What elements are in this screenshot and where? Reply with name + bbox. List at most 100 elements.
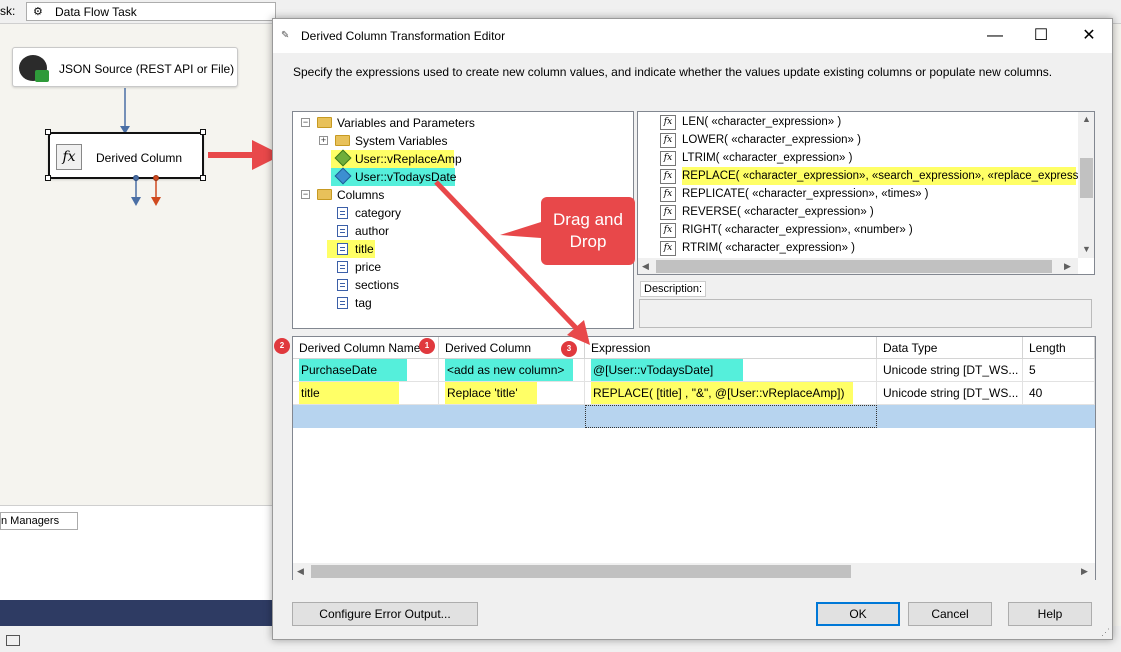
tree-label: Variables and Parameters <box>337 116 475 130</box>
derived-columns-grid: Derived Column Name Derived Column Expre… <box>292 336 1096 580</box>
minimize-button[interactable]: — <box>972 19 1018 53</box>
function-label: LOWER( «character_expression» ) <box>682 134 861 146</box>
derived-column-editor-dialog: ✎ Derived Column Transformation Editor —… <box>272 18 1113 640</box>
scroll-up-icon[interactable]: ▲ <box>1082 114 1091 124</box>
table-cell[interactable]: Unicode string [DT_WS... <box>877 359 1023 382</box>
scroll-left-icon[interactable]: ◀ <box>642 261 649 272</box>
tree-node-variables[interactable]: − Variables and Parameters <box>301 114 601 132</box>
tree-node-column[interactable]: price <box>337 258 457 276</box>
cell-text: Replace 'title' <box>445 382 537 404</box>
fx-icon: fx <box>660 205 676 220</box>
scroll-right-icon[interactable]: ▶ <box>1064 261 1071 272</box>
variable-icon <box>334 149 352 167</box>
tree-node-column[interactable]: title <box>327 240 375 258</box>
scroll-down-icon[interactable]: ▼ <box>1082 244 1091 254</box>
derived-column-label: Derived Column <box>96 151 183 165</box>
function-item[interactable]: fx RIGHT( «character_expression», «number… <box>660 221 913 239</box>
step-badge: 2 <box>274 338 290 354</box>
scroll-thumb[interactable] <box>656 260 1052 273</box>
tree-node-columns[interactable]: − Columns <box>301 186 501 204</box>
variable-icon <box>334 167 352 185</box>
tree-label: title <box>355 242 374 256</box>
drag-drop-callout: Drag and Drop <box>541 197 635 265</box>
fx-icon: fx <box>660 151 676 166</box>
help-button[interactable]: Help <box>1008 602 1092 626</box>
error-output-handle[interactable] <box>153 175 159 181</box>
table-cell[interactable]: PurchaseDate <box>293 359 439 382</box>
output-handle[interactable] <box>133 175 139 181</box>
function-item[interactable]: fx LTRIM( «character_expression» ) <box>660 149 852 167</box>
folder-icon <box>317 117 332 128</box>
configure-error-output-button[interactable]: Configure Error Output... <box>292 602 478 626</box>
grid-horizontal-scrollbar[interactable]: ◀ ▶ <box>293 563 1095 580</box>
expression-cell-focus[interactable] <box>585 405 877 428</box>
table-cell[interactable]: 40 <box>1023 382 1095 405</box>
maximize-button[interactable]: ☐ <box>1018 19 1064 53</box>
tree-label: User::vReplaceAmp <box>355 152 462 166</box>
cell-text: REPLACE( [title] , "&", @[User::vReplace… <box>591 382 853 404</box>
ok-button[interactable]: OK <box>816 602 900 626</box>
expand-icon[interactable]: + <box>319 136 328 145</box>
scroll-thumb[interactable] <box>1080 158 1093 198</box>
scroll-left-icon[interactable]: ◀ <box>297 566 304 577</box>
functions-horizontal-scrollbar[interactable]: ◀ ▶ <box>638 258 1078 274</box>
connection-managers-tab[interactable]: n Managers <box>0 512 78 530</box>
fx-icon: fx <box>56 144 82 170</box>
dialog-titlebar[interactable]: ✎ Derived Column Transformation Editor —… <box>273 19 1112 53</box>
folder-icon <box>335 135 350 146</box>
resize-handle[interactable] <box>45 129 51 135</box>
function-item[interactable]: fx REVERSE( «character_expression» ) <box>660 203 874 221</box>
tree-node-column[interactable]: tag <box>337 294 457 312</box>
fx-icon: fx <box>660 115 676 130</box>
cell-text: @[User::vTodaysDate] <box>591 359 743 381</box>
table-cell[interactable]: 5 <box>1023 359 1095 382</box>
collapse-icon[interactable]: − <box>301 190 310 199</box>
tree-node-system-variables[interactable]: + System Variables <box>319 132 519 150</box>
function-label: REPLACE( «character_expression», «search… <box>682 170 1095 182</box>
tree-node-var-todaysdate[interactable]: User::vTodaysDate <box>331 167 456 186</box>
function-item[interactable]: fx LOWER( «character_expression» ) <box>660 131 861 149</box>
cancel-button[interactable]: Cancel <box>908 602 992 626</box>
fx-icon: fx <box>660 223 676 238</box>
scroll-thumb[interactable] <box>311 565 851 578</box>
column-header[interactable]: Data Type <box>877 337 1023 359</box>
resize-grip-icon[interactable]: ⋰ <box>1101 627 1110 638</box>
table-cell[interactable]: REPLACE( [title] , "&", @[User::vReplace… <box>585 382 877 405</box>
function-item[interactable]: fx RTRIM( «character_expression» ) <box>660 239 855 257</box>
step-badge: 1 <box>419 338 435 354</box>
functions-vertical-scrollbar[interactable]: ▲ ▼ <box>1078 112 1094 258</box>
column-header[interactable]: Length <box>1023 337 1095 359</box>
table-cell[interactable]: Replace 'title' <box>439 382 585 405</box>
column-header[interactable]: Expression <box>585 337 877 359</box>
function-label: REPLICATE( «character_expression», «time… <box>682 188 929 200</box>
function-label: RTRIM( «character_expression» ) <box>682 242 855 254</box>
table-cell[interactable]: Unicode string [DT_WS... <box>877 382 1023 405</box>
collapse-icon[interactable]: − <box>301 118 310 127</box>
function-label: LEN( «character_expression» ) <box>682 116 842 128</box>
output-strip <box>0 600 272 626</box>
table-cell[interactable]: @[User::vTodaysDate] <box>585 359 877 382</box>
dialog-instructions: Specify the expressions used to create n… <box>293 65 1053 79</box>
column-header[interactable]: Derived Column Name <box>293 337 439 359</box>
step-badge: 3 <box>561 341 577 357</box>
table-cell[interactable]: <add as new column> <box>439 359 585 382</box>
dataflow-connectors <box>120 88 161 206</box>
tree-label: price <box>355 260 382 274</box>
table-cell[interactable]: title <box>293 382 439 405</box>
fx-icon: fx <box>660 169 676 184</box>
description-label: Description: <box>640 281 707 297</box>
tree-node-column[interactable]: sections <box>337 276 457 294</box>
tree-node-column[interactable]: category <box>337 204 457 222</box>
scroll-right-icon[interactable]: ▶ <box>1081 566 1088 577</box>
tree-label: tag <box>355 296 372 310</box>
function-item[interactable]: fx REPLICATE( «character_expression», «ti… <box>660 185 929 203</box>
function-item-replace[interactable]: fx REPLACE( «character_expression», «sear… <box>660 167 1094 185</box>
tree-node-var-replaceamp[interactable]: User::vReplaceAmp <box>331 149 462 168</box>
function-label: REVERSE( «character_expression» ) <box>682 206 874 218</box>
tree-node-column[interactable]: author <box>337 222 457 240</box>
resize-handle[interactable] <box>45 175 51 181</box>
close-button[interactable]: ✕ <box>1066 19 1112 53</box>
function-item[interactable]: fx LEN( «character_expression» ) <box>660 113 842 131</box>
derived-column-component[interactable]: fx Derived Column <box>48 132 204 179</box>
fx-icon: fx <box>660 133 676 148</box>
